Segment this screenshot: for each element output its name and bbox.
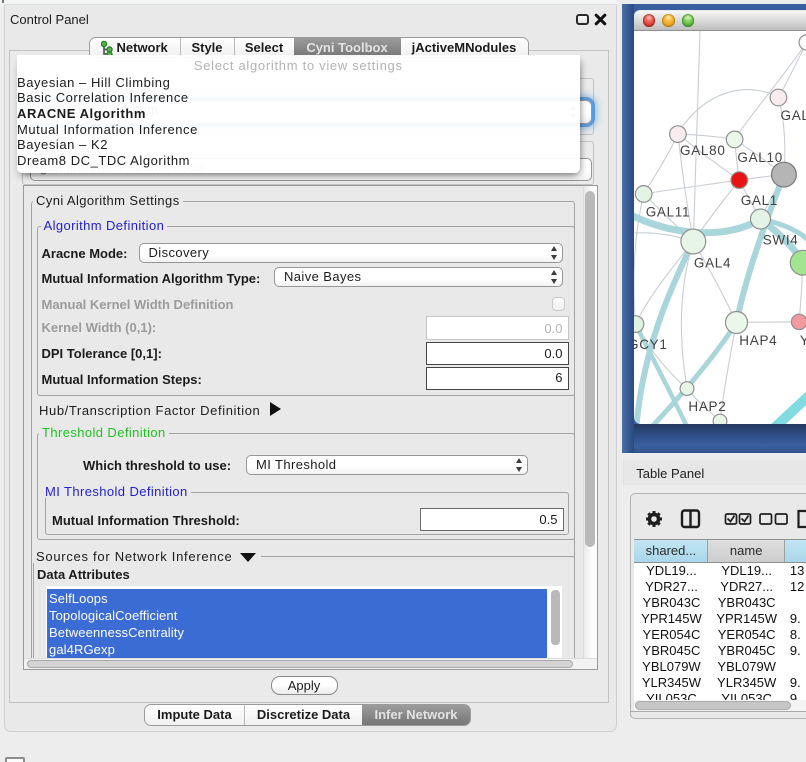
svg-text:Y: Y bbox=[799, 333, 806, 348]
svg-text:GAL: GAL bbox=[780, 108, 806, 123]
svg-text:SWI4: SWI4 bbox=[762, 233, 798, 248]
svg-text:GCY1: GCY1 bbox=[634, 337, 668, 352]
svg-text:GAL80: GAL80 bbox=[680, 143, 726, 158]
svg-text:HAP2: HAP2 bbox=[688, 399, 726, 414]
svg-text:HAP4: HAP4 bbox=[739, 333, 777, 348]
svg-text:GAL4: GAL4 bbox=[693, 256, 730, 271]
svg-text:GAL1: GAL1 bbox=[740, 193, 777, 208]
svg-text:GAL10: GAL10 bbox=[737, 150, 783, 165]
svg-text:GAL11: GAL11 bbox=[645, 205, 690, 220]
